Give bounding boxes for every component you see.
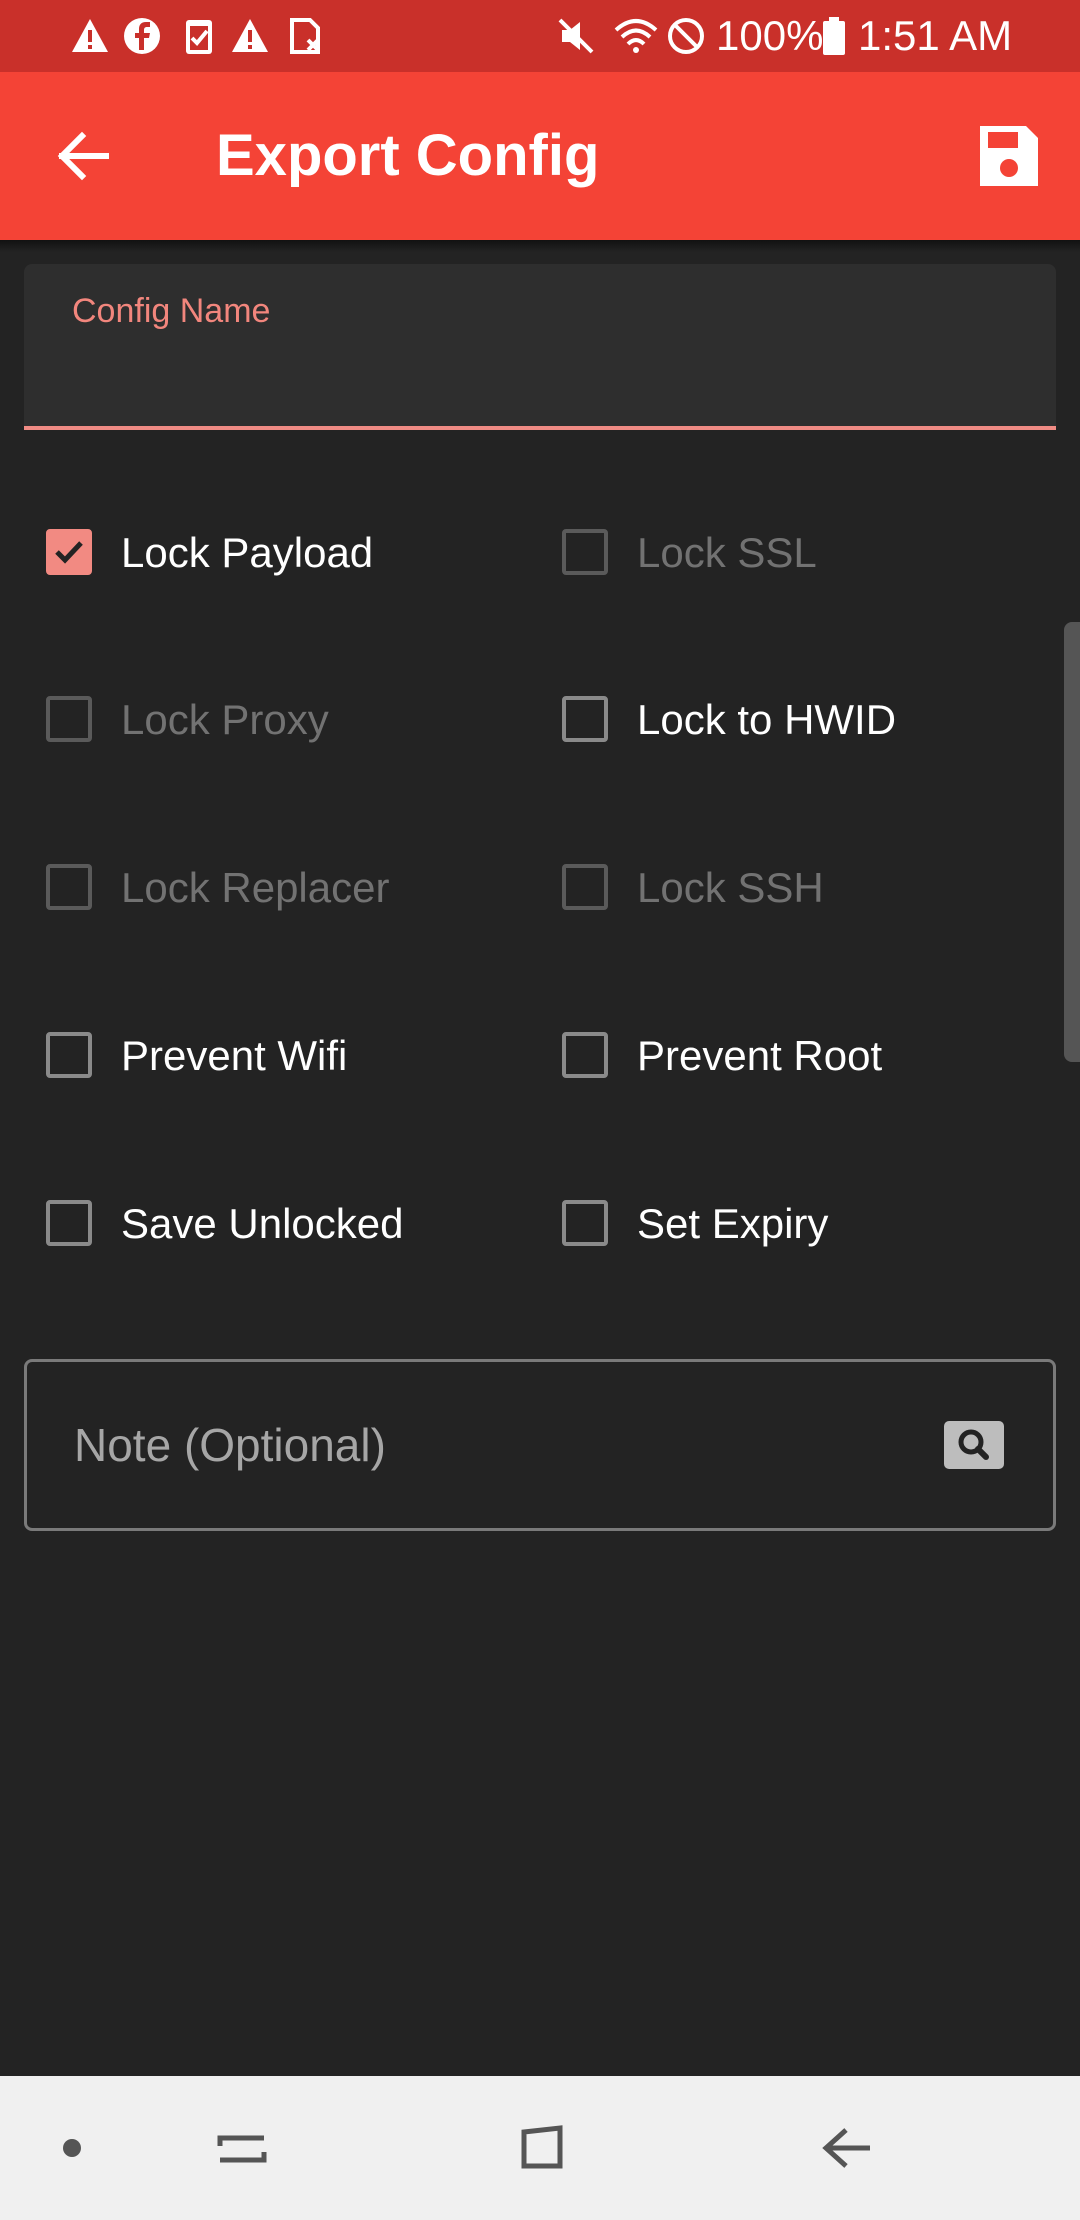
checkbox-label: Lock Proxy bbox=[121, 696, 329, 743]
checkbox-lock-ssl[interactable]: Lock SSL bbox=[562, 513, 1032, 593]
config-name-input[interactable] bbox=[72, 344, 1006, 402]
arrow-back-icon bbox=[57, 131, 109, 181]
app-bar-shadow bbox=[0, 240, 1080, 252]
checkbox-lock-ssh[interactable]: Lock SSH bbox=[562, 848, 1032, 928]
checkbox-prevent-root[interactable]: Prevent Root bbox=[562, 1016, 1032, 1096]
scrollbar[interactable] bbox=[1064, 622, 1080, 1062]
note-input[interactable] bbox=[72, 1404, 926, 1486]
checkbox-set-expiry[interactable]: Set Expiry bbox=[562, 1184, 1032, 1264]
battery-icon bbox=[823, 17, 845, 55]
home-button[interactable] bbox=[502, 2108, 582, 2188]
checkbox-box[interactable] bbox=[46, 696, 92, 742]
back-button[interactable] bbox=[44, 116, 124, 196]
checkbox-label: Set Expiry bbox=[637, 1200, 829, 1247]
save-button[interactable] bbox=[968, 116, 1048, 196]
checkbox-box[interactable] bbox=[562, 1032, 608, 1078]
checkbox-box[interactable] bbox=[562, 696, 608, 742]
sim-card-icon bbox=[290, 18, 320, 54]
config-name-field[interactable]: Config Name bbox=[24, 264, 1056, 430]
check-icon bbox=[55, 541, 83, 564]
do-not-disturb-icon bbox=[668, 18, 704, 54]
battery-percent: 100% bbox=[716, 12, 824, 59]
home-icon bbox=[521, 2125, 563, 2169]
status-bar: 100% 1:51 AM bbox=[0, 0, 1080, 72]
recents-button[interactable] bbox=[202, 2108, 282, 2188]
checkbox-box[interactable] bbox=[46, 529, 92, 575]
page-title: Export Config bbox=[216, 123, 600, 188]
checkbox-lock-proxy[interactable]: Lock Proxy bbox=[46, 680, 516, 760]
checkbox-label: Lock to HWID bbox=[637, 696, 897, 743]
app-bar: Export Config bbox=[0, 72, 1080, 240]
clipboard-check-icon bbox=[186, 20, 212, 54]
checkbox-label: Lock SSL bbox=[637, 529, 817, 576]
clock: 1:51 AM bbox=[858, 12, 1013, 59]
checkbox-label: Lock SSH bbox=[637, 864, 824, 911]
checkbox-box[interactable] bbox=[562, 1200, 608, 1246]
checkbox-box[interactable] bbox=[46, 1200, 92, 1246]
navigation-bar bbox=[0, 2076, 1080, 2220]
save-icon bbox=[980, 126, 1038, 186]
wifi-icon bbox=[614, 19, 658, 53]
warning-icon bbox=[232, 19, 268, 52]
facebook-icon bbox=[124, 18, 160, 54]
checkbox-box[interactable] bbox=[562, 529, 608, 575]
mute-icon bbox=[558, 18, 594, 54]
checkbox-label: Save Unlocked bbox=[121, 1200, 404, 1247]
warning-icon bbox=[72, 19, 108, 52]
checkbox-label: Prevent Root bbox=[637, 1032, 883, 1079]
checkbox-lock-payload[interactable]: Lock Payload bbox=[46, 513, 516, 593]
checkbox-box[interactable] bbox=[46, 864, 92, 910]
checkbox-prevent-wifi[interactable]: Prevent Wifi bbox=[46, 1016, 516, 1096]
nav-dot-button[interactable] bbox=[32, 2108, 112, 2188]
checkbox-lock-replacer[interactable]: Lock Replacer bbox=[46, 848, 516, 928]
checkbox-label: Lock Payload bbox=[121, 529, 374, 576]
checkbox-label: Prevent Wifi bbox=[121, 1032, 348, 1079]
config-name-label: Config Name bbox=[72, 292, 271, 330]
checkbox-label: Lock Replacer bbox=[121, 864, 390, 911]
checkbox-lock-to-hwid[interactable]: Lock to HWID bbox=[562, 680, 1032, 760]
dot-icon bbox=[63, 2139, 81, 2157]
note-field[interactable] bbox=[24, 1359, 1056, 1531]
nav-back-button[interactable] bbox=[806, 2108, 886, 2188]
search-icon bbox=[958, 1429, 989, 1460]
checkbox-save-unlocked[interactable]: Save Unlocked bbox=[46, 1184, 516, 1264]
recents-icon bbox=[217, 2135, 267, 2163]
checkbox-box[interactable] bbox=[46, 1032, 92, 1078]
checkbox-box[interactable] bbox=[562, 864, 608, 910]
search-button[interactable] bbox=[944, 1421, 1004, 1469]
back-icon bbox=[822, 2128, 870, 2168]
